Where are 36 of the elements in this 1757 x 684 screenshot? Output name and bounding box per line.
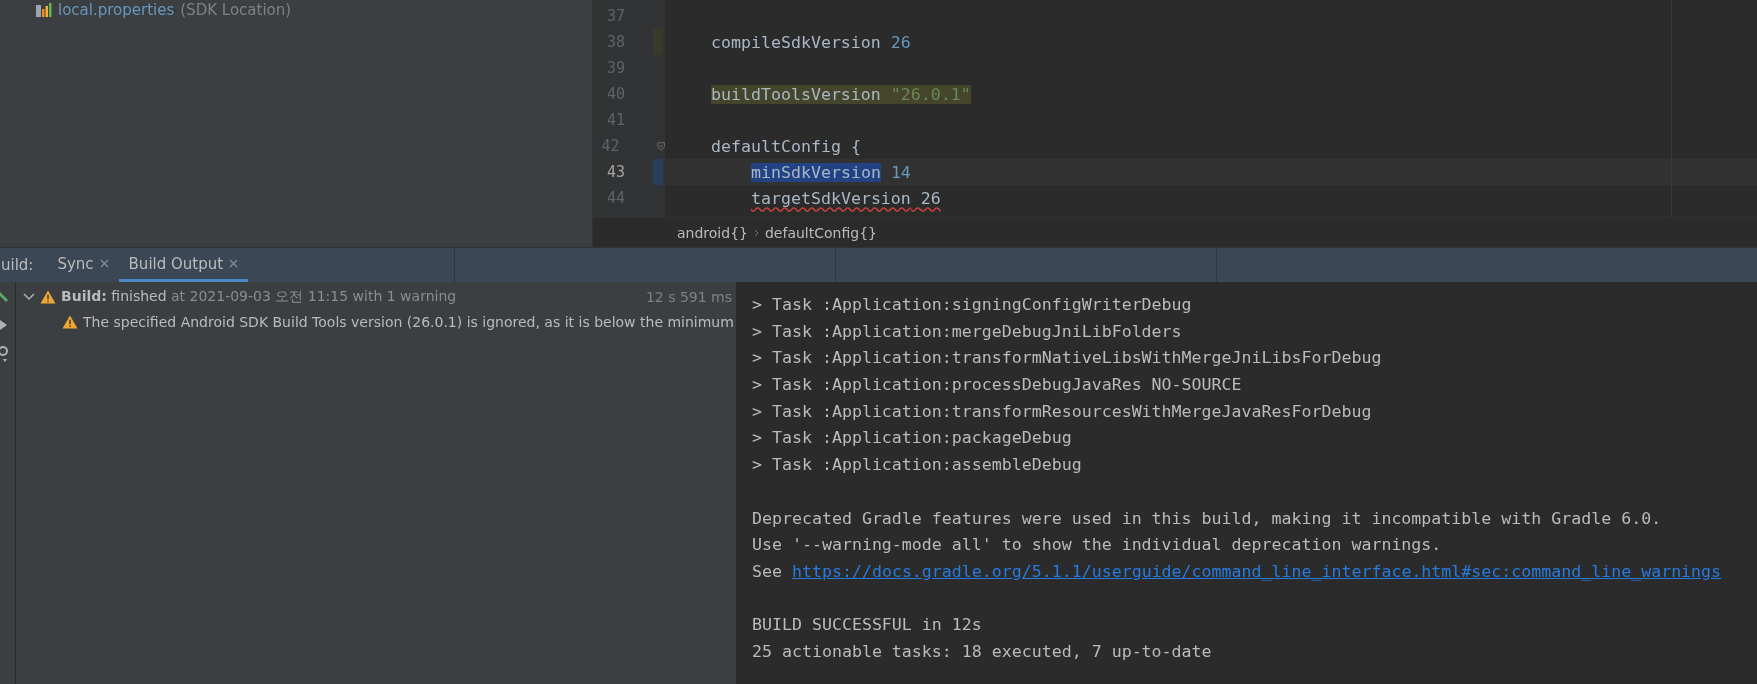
warning-message[interactable]: The specified Android SDK Build Tools version (26.0.1) is ignored, as it is below the minimum [83, 313, 734, 330]
code-line: buildToolsVersion "26.0.1" [711, 84, 971, 104]
tab[interactable]: Sync [47, 248, 119, 282]
console-line: > Task :Application:transformNativeLibsWithMergeJniLibsForDebug [752, 347, 1383, 370]
breadcrumb[interactable]: android{} [677, 224, 748, 241]
docs-link[interactable]: https://docs.gradle.org/5.1.1/userguide/command_line_interface.html#sec:command_line_warnings [792, 561, 1722, 581]
code-line: compileSdkVersion 26 [711, 32, 911, 52]
file-name[interactable]: local.properties [58, 1, 175, 19]
tool-window-label: uild: [1, 256, 34, 274]
console-line: 25 actionable tasks: 18 executed, 7 up-to-date [752, 640, 1213, 663]
file-note: (SDK Location) [180, 1, 292, 19]
console-line: > Task :Application:transformResourcesWithMergeJavaResForDebug [752, 400, 1373, 423]
close-icon[interactable] [229, 259, 239, 268]
console-line: BUILD SUCCESSFUL in 12s [752, 614, 983, 637]
properties-file-icon [36, 3, 52, 17]
chevron-icon [753, 228, 759, 237]
console-line: Use '--warning-mode all' to show the individual deprecation warnings. [752, 534, 1443, 557]
console-line: > Task :Application:processDebugJavaRes NO-SOURCE [752, 374, 1243, 397]
console-line: > Task :Application:signingConfigWriterDebug [752, 294, 1193, 316]
console-line: > Task :Application:assembleDebug [752, 454, 1083, 477]
console-line: > Task :Application:mergeDebugJniLibFolders [752, 320, 1183, 343]
code-line: defaultConfig { [711, 136, 861, 156]
build-time: 12 s 591 ms [645, 288, 732, 305]
console-line: See [752, 561, 782, 581]
close-icon[interactable] [99, 259, 109, 268]
code-line: minSdkVersion 14 [750, 162, 911, 182]
fold-icon[interactable] [656, 140, 665, 152]
line-number: 43 [605, 163, 625, 181]
code-line: targetSdkVersion 26 [750, 188, 941, 208]
code-editor[interactable]: compileSdkVersion 26 buildToolsVersion "26.0.1" defaultConfig { minSdkVersion 14 targetSdkVersion 26 [665, 0, 1757, 217]
console-line: Deprecated Gradle features were used in this build, making it incompatible with Gradle 6.0. [752, 507, 1663, 530]
console-line: > Task :Application:packageDebug [752, 427, 1073, 450]
change-marker[interactable] [653, 159, 663, 185]
build-status[interactable]: Build: finished at 2021-09-03 오전 11:15 with 1 warning [61, 287, 457, 306]
breadcrumb[interactable]: defaultConfig{} [764, 224, 877, 241]
chevron-icon[interactable] [23, 292, 35, 301]
